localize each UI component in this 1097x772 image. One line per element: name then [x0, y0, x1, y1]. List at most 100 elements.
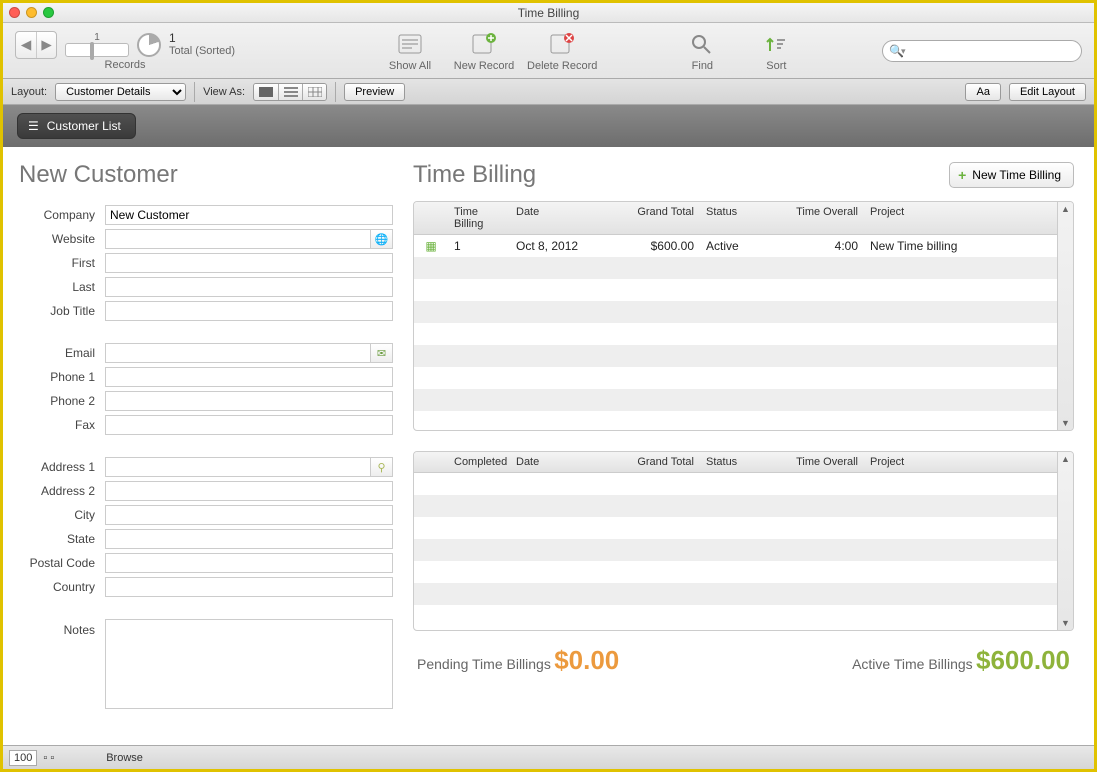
billing-heading: Time Billing — [413, 161, 536, 189]
zoom-value[interactable]: 100 — [9, 750, 37, 766]
row-status: Active — [700, 235, 776, 257]
email-label: Email — [19, 346, 105, 360]
address1-label: Address 1 — [19, 460, 105, 474]
address2-input[interactable] — [105, 481, 393, 501]
record-slider[interactable] — [65, 43, 129, 57]
table-scrollbar[interactable]: ▲ ▼ — [1057, 202, 1073, 430]
record-slider-value: 1 — [94, 32, 100, 43]
fax-input[interactable] — [105, 415, 393, 435]
active-billing-table: Time Billing Date Grand Total Status Tim… — [413, 201, 1074, 431]
email-input[interactable] — [105, 343, 371, 363]
records-label: Records — [105, 59, 146, 71]
sort-label: Sort — [766, 60, 786, 72]
map-pin-icon[interactable]: ⚲ — [371, 457, 393, 477]
table-header: Completed Date Grand Total Status Time O… — [414, 452, 1057, 473]
delete-record-button[interactable]: Delete Record — [527, 30, 597, 72]
jobtitle-label: Job Title — [19, 304, 105, 318]
city-label: City — [19, 508, 105, 522]
col-timebilling: Time Billing — [448, 202, 510, 234]
window-title: Time Billing — [3, 6, 1094, 20]
breadcrumb-bar: ☰ Customer List — [3, 105, 1094, 147]
col-timeoverall: Time Overall — [776, 452, 864, 472]
country-label: Country — [19, 580, 105, 594]
scroll-up-icon: ▲ — [1061, 204, 1070, 214]
layout-select[interactable]: Customer Details — [55, 83, 186, 101]
table-scrollbar[interactable]: ▲ ▼ — [1057, 452, 1073, 630]
postal-input[interactable] — [105, 553, 393, 573]
active-value: $600.00 — [976, 645, 1070, 675]
row-time: 4:00 — [776, 235, 864, 257]
preview-button[interactable]: Preview — [344, 83, 405, 101]
completed-billing-table: Completed Date Grand Total Status Time O… — [413, 451, 1074, 631]
last-label: Last — [19, 280, 105, 294]
jobtitle-input[interactable] — [105, 301, 393, 321]
view-table-button[interactable] — [302, 84, 326, 100]
sort-button[interactable]: Sort — [745, 30, 807, 72]
customer-list-label: Customer List — [47, 119, 121, 133]
last-input[interactable] — [105, 277, 393, 297]
first-label: First — [19, 256, 105, 270]
view-list-button[interactable] — [278, 84, 302, 100]
aa-button[interactable]: Aa — [965, 83, 1000, 101]
plus-icon: + — [958, 167, 966, 183]
layout-bar: Layout: Customer Details View As: Previe… — [3, 79, 1094, 105]
find-button[interactable]: Find — [671, 30, 733, 72]
records-widget: ◀ ▶ 1 1 Total (Sorted) Records — [15, 31, 235, 71]
edit-layout-button[interactable]: Edit Layout — [1009, 83, 1086, 101]
customer-list-button[interactable]: ☰ Customer List — [17, 113, 136, 139]
globe-icon[interactable]: 🌐 — [371, 229, 393, 249]
website-input[interactable] — [105, 229, 371, 249]
col-grandtotal: Grand Total — [600, 452, 700, 472]
fax-label: Fax — [19, 418, 105, 432]
row-date: Oct 8, 2012 — [510, 235, 600, 257]
state-input[interactable] — [105, 529, 393, 549]
new-record-button[interactable]: New Record — [453, 30, 515, 72]
phone1-input[interactable] — [105, 367, 393, 387]
row-project: New Time billing — [864, 235, 1057, 257]
record-nav: ◀ ▶ — [15, 31, 57, 59]
main-toolbar: ◀ ▶ 1 1 Total (Sorted) Records Show All … — [3, 23, 1094, 79]
new-record-icon — [471, 33, 497, 55]
record-total-label: Total (Sorted) — [169, 45, 235, 57]
view-form-button[interactable] — [254, 84, 278, 100]
status-bar: 100 ▫ ▫ Browse — [3, 745, 1094, 769]
col-timeoverall: Time Overall — [776, 202, 864, 234]
mode-label: Browse — [106, 752, 143, 764]
phone2-label: Phone 2 — [19, 394, 105, 408]
next-record-button[interactable]: ▶ — [36, 32, 56, 58]
first-input[interactable] — [105, 253, 393, 273]
zoom-controls[interactable]: ▫ ▫ — [43, 752, 54, 764]
company-input[interactable] — [105, 205, 393, 225]
new-time-billing-button[interactable]: + New Time Billing — [949, 162, 1074, 188]
sort-icon — [764, 33, 788, 55]
table-row[interactable]: ▦ 1 Oct 8, 2012 $600.00 Active 4:00 New … — [414, 235, 1057, 257]
record-count: 1 — [169, 32, 235, 45]
row-total: $600.00 — [600, 235, 700, 257]
address1-input[interactable] — [105, 457, 371, 477]
customer-heading: New Customer — [19, 161, 393, 189]
col-status: Status — [700, 202, 776, 234]
phone2-input[interactable] — [105, 391, 393, 411]
col-status: Status — [700, 452, 776, 472]
country-input[interactable] — [105, 577, 393, 597]
prev-record-button[interactable]: ◀ — [16, 32, 36, 58]
col-project: Project — [864, 202, 1057, 234]
show-all-button[interactable]: Show All — [379, 30, 441, 72]
notes-input[interactable] — [105, 619, 393, 709]
time-billing-panel: Time Billing + New Time Billing Time Bil… — [413, 147, 1094, 745]
table-header: Time Billing Date Grand Total Status Tim… — [414, 202, 1057, 235]
viewas-label: View As: — [203, 86, 245, 98]
search-field[interactable]: 🔍 ▾ — [882, 40, 1082, 62]
record-pie-icon — [137, 33, 161, 57]
new-record-label: New Record — [454, 60, 515, 72]
address2-label: Address 2 — [19, 484, 105, 498]
new-time-billing-label: New Time Billing — [972, 168, 1061, 182]
search-menu-chevron-icon: ▾ — [901, 46, 906, 57]
delete-record-label: Delete Record — [527, 60, 597, 72]
email-icon[interactable]: ✉ — [371, 343, 393, 363]
show-all-icon — [397, 33, 423, 55]
city-input[interactable] — [105, 505, 393, 525]
row-icon: ▦ — [414, 235, 448, 257]
pending-label: Pending Time Billings — [417, 656, 551, 672]
pending-value: $0.00 — [554, 645, 619, 675]
